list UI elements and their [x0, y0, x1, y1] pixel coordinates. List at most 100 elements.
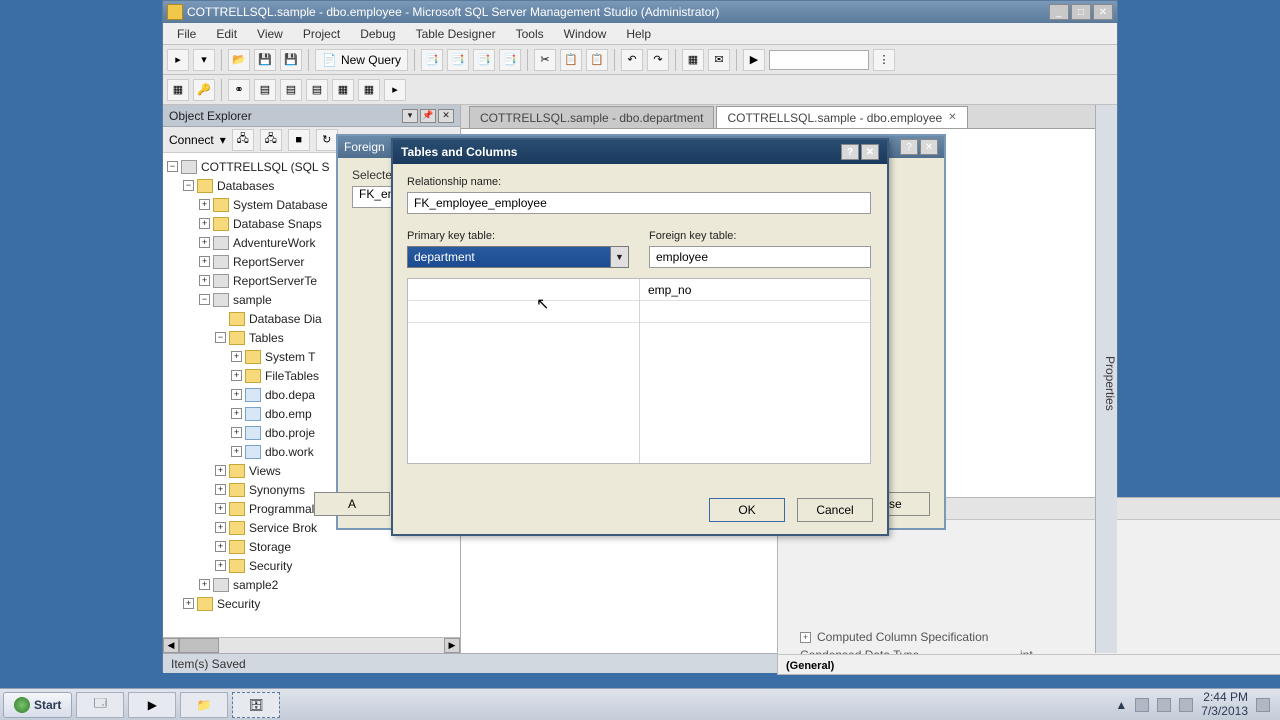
- folder-icon: [213, 198, 229, 212]
- oe-close-button[interactable]: ✕: [438, 109, 454, 123]
- tb2-chk[interactable]: ▤: [280, 79, 302, 101]
- fk-column-cell[interactable]: [640, 301, 870, 323]
- taskbar-folder[interactable]: 📁: [180, 692, 228, 718]
- db-icon: [213, 255, 229, 269]
- connect-btn4[interactable]: ↻: [316, 129, 338, 151]
- pk-column-cell[interactable]: [408, 301, 639, 323]
- tb2-1[interactable]: ▦: [167, 79, 189, 101]
- open-file-button[interactable]: 📂: [228, 49, 250, 71]
- tbtn-3[interactable]: 📑: [473, 49, 495, 71]
- tc-help-button[interactable]: ?: [841, 144, 859, 160]
- fk-add-button[interactable]: A: [314, 492, 390, 516]
- menu-file[interactable]: File: [169, 25, 204, 43]
- new-project-button[interactable]: ▸: [167, 49, 189, 71]
- save-all-button[interactable]: 💾: [280, 49, 302, 71]
- system-tray[interactable]: ▲ 2:44 PM7/3/2013: [1105, 691, 1280, 717]
- tbtn-6[interactable]: ✉: [708, 49, 730, 71]
- folder-icon: [245, 350, 261, 364]
- connect-btn1[interactable]: 🖧: [232, 129, 254, 151]
- undo-button[interactable]: ↶: [621, 49, 643, 71]
- cut-button[interactable]: ✂: [534, 49, 556, 71]
- tbtn-1[interactable]: 📑: [421, 49, 443, 71]
- fk-help-button[interactable]: ?: [900, 139, 918, 155]
- desktop: COTTRELLSQL.sample - dbo.employee - Micr…: [0, 0, 1280, 720]
- titlebar[interactable]: COTTRELLSQL.sample - dbo.employee - Micr…: [163, 1, 1117, 23]
- start-button[interactable]: Start: [3, 692, 72, 718]
- close-button[interactable]: ✕: [1093, 4, 1113, 20]
- connect-btn3[interactable]: ■: [288, 129, 310, 151]
- menu-view[interactable]: View: [249, 25, 291, 43]
- tbtn-5[interactable]: ▦: [682, 49, 704, 71]
- show-desktop[interactable]: [1256, 698, 1270, 712]
- tree-hscroll[interactable]: ◀▶: [163, 637, 460, 653]
- table-icon: [245, 426, 261, 440]
- search-input[interactable]: [769, 50, 869, 70]
- relationship-name-input[interactable]: FK_employee_employee: [407, 192, 871, 214]
- db-icon: [213, 293, 229, 307]
- tb2-key[interactable]: 🔑: [193, 79, 215, 101]
- tbtn-4[interactable]: 📑: [499, 49, 521, 71]
- fk-close-button[interactable]: ✕: [920, 139, 938, 155]
- open-button[interactable]: ▾: [193, 49, 215, 71]
- save-button[interactable]: 💾: [254, 49, 276, 71]
- copy-button[interactable]: 📋: [560, 49, 582, 71]
- cancel-button[interactable]: Cancel: [797, 498, 873, 522]
- play-button[interactable]: ▶: [743, 49, 765, 71]
- folder-icon: [229, 464, 245, 478]
- object-explorer-header[interactable]: Object Explorer ▾ 📌 ✕: [163, 105, 460, 127]
- fk-table-input[interactable]: employee: [649, 246, 871, 268]
- menu-tools[interactable]: Tools: [508, 25, 552, 43]
- folder-icon: [197, 179, 213, 193]
- pk-column-cell[interactable]: [408, 279, 639, 301]
- tb2-rel[interactable]: ⚭: [228, 79, 250, 101]
- dropdown-icon[interactable]: ▼: [610, 247, 628, 267]
- ok-button[interactable]: OK: [709, 498, 785, 522]
- paste-button[interactable]: 📋: [586, 49, 608, 71]
- menu-project[interactable]: Project: [295, 25, 348, 43]
- new-query-button[interactable]: 📄New Query: [315, 49, 408, 71]
- taskbar-ssms[interactable]: 🗄: [232, 692, 280, 718]
- folder-icon: [229, 559, 245, 573]
- cp-general[interactable]: (General): [778, 654, 1280, 676]
- tray-network-icon[interactable]: [1179, 698, 1193, 712]
- tc-close-button[interactable]: ✕: [861, 144, 879, 160]
- minimize-button[interactable]: _: [1049, 4, 1069, 20]
- tray-arrow-icon[interactable]: ▲: [1115, 698, 1127, 712]
- oe-drop-button[interactable]: ▾: [402, 109, 418, 123]
- tray-flag-icon[interactable]: [1157, 698, 1171, 712]
- maximize-button[interactable]: □: [1071, 4, 1091, 20]
- properties-sidebar-tab[interactable]: Properties: [1095, 105, 1117, 653]
- menu-table-designer[interactable]: Table Designer: [408, 25, 504, 43]
- tb2-idx[interactable]: ▤: [254, 79, 276, 101]
- taskbar[interactable]: Start 🗔 ▶ 📁 🗄 ▲ 2:44 PM7/3/2013: [0, 688, 1280, 720]
- tb2-7[interactable]: ▦: [358, 79, 380, 101]
- folder-icon: [229, 502, 245, 516]
- menu-edit[interactable]: Edit: [208, 25, 245, 43]
- tab-department[interactable]: COTTRELLSQL.sample - dbo.department: [469, 106, 714, 128]
- tb2-5[interactable]: ▤: [306, 79, 328, 101]
- taskbar-powershell[interactable]: ▶: [128, 692, 176, 718]
- tbtn-7[interactable]: ⋮: [873, 49, 895, 71]
- clock[interactable]: 2:44 PM7/3/2013: [1201, 691, 1248, 717]
- fk-column-cell[interactable]: emp_no: [640, 279, 870, 301]
- connect-label[interactable]: Connect: [169, 133, 214, 147]
- oe-pin-button[interactable]: 📌: [420, 109, 436, 123]
- menu-help[interactable]: Help: [618, 25, 659, 43]
- tc-dialog-title[interactable]: Tables and Columns ? ✕: [393, 140, 887, 164]
- connect-btn2[interactable]: 🖧: [260, 129, 282, 151]
- menu-window[interactable]: Window: [556, 25, 615, 43]
- pk-table-select[interactable]: department ▼: [407, 246, 629, 268]
- fk-list-item[interactable]: FK_em: [352, 186, 396, 208]
- window-title: COTTRELLSQL.sample - dbo.employee - Micr…: [187, 5, 719, 19]
- tab-employee[interactable]: COTTRELLSQL.sample - dbo.employee✕: [716, 106, 967, 128]
- redo-button[interactable]: ↷: [647, 49, 669, 71]
- tray-icon[interactable]: [1135, 698, 1149, 712]
- column-mapping-grid[interactable]: emp_no: [407, 278, 871, 464]
- tb2-6[interactable]: ▦: [332, 79, 354, 101]
- taskbar-explorer[interactable]: 🗔: [76, 692, 124, 718]
- tb2-8[interactable]: ▸: [384, 79, 406, 101]
- tbtn-2[interactable]: 📑: [447, 49, 469, 71]
- menu-debug[interactable]: Debug: [352, 25, 403, 43]
- db-icon: [213, 274, 229, 288]
- tab-close-icon[interactable]: ✕: [948, 112, 956, 123]
